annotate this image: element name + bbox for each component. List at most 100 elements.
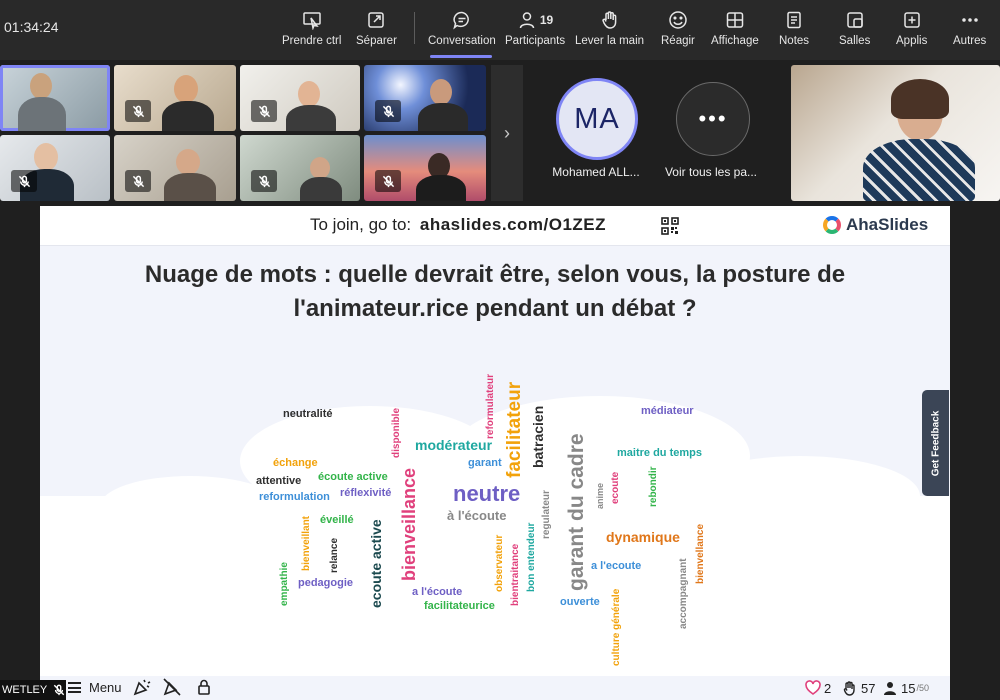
mic-off-icon	[132, 175, 144, 187]
video-tile[interactable]	[240, 135, 360, 201]
menu-button[interactable]: Menu	[68, 680, 122, 695]
participant-avatar[interactable]: MA	[556, 78, 638, 160]
cloud-word: ecoute active	[368, 519, 384, 608]
confetti-button[interactable]	[133, 678, 151, 696]
next-participants-button[interactable]: ›	[491, 65, 523, 201]
cloud-word: rebondir	[648, 466, 659, 507]
cloud-word: reformulation	[259, 491, 330, 503]
reactions-count: 57	[842, 680, 875, 696]
cloud-word: modérateur	[415, 437, 493, 453]
cloud-word: écoute active	[318, 471, 388, 483]
hearts-value: 2	[824, 680, 832, 696]
get-feedback-label: Get Feedback	[930, 410, 941, 476]
mic-off-badge	[375, 100, 401, 122]
participant-silhouette	[30, 73, 52, 99]
mic-off-icon	[258, 105, 270, 117]
more-button[interactable]: Autres	[953, 8, 986, 54]
cloud-word: culture générale	[611, 588, 622, 666]
join-url[interactable]: ahaslides.com/O1ZEZ	[420, 215, 606, 234]
cloud-word: empathie	[279, 562, 290, 606]
cloud-word: reformulateur	[485, 373, 496, 439]
teams-meeting-window: 01:34:24 Prendre ctrl Séparer Conversati…	[0, 0, 1000, 700]
cloud-word: garant du cadre	[565, 433, 588, 591]
hide-results-button[interactable]	[163, 678, 181, 696]
get-feedback-tab[interactable]: Get Feedback	[922, 390, 949, 496]
cloud-word: neutralité	[283, 408, 333, 420]
participant-silhouette	[430, 79, 452, 105]
participants-label: Participants	[505, 35, 566, 47]
video-tile[interactable]	[114, 135, 236, 201]
mic-off-badge	[251, 100, 277, 122]
notes-button[interactable]: Notes	[779, 8, 809, 54]
video-tile[interactable]	[0, 135, 110, 201]
qr-code-icon[interactable]	[661, 217, 679, 235]
cloud-word: disponible	[391, 408, 402, 458]
chat-button[interactable]: Conversation	[428, 8, 496, 54]
view-label: Affichage	[711, 35, 759, 47]
more-icon	[961, 18, 978, 22]
presenter-name-tag: WETLEY	[0, 680, 66, 700]
video-tile[interactable]	[114, 65, 236, 131]
participant-name: Mohamed ALL...	[552, 165, 640, 179]
rooms-icon	[846, 12, 863, 28]
slide-question: Nuage de mots : quelle devrait être, sel…	[144, 261, 846, 322]
pop-out-button[interactable]: Séparer	[356, 8, 397, 54]
clap-hand-icon	[843, 681, 855, 696]
react-button[interactable]: Réagir	[661, 8, 695, 54]
pop-out-icon	[368, 12, 385, 28]
cloud-word: bientraitance	[510, 543, 521, 606]
presenter-name: WETLEY	[2, 684, 48, 696]
lock-icon	[198, 679, 210, 695]
take-control-button[interactable]: Prendre ctrl	[282, 8, 341, 54]
raise-hand-label: Lever la main	[575, 35, 645, 47]
apps-icon	[903, 12, 920, 28]
apps-label: Applis	[896, 35, 928, 47]
react-label: Réagir	[661, 35, 695, 47]
mic-off-badge	[125, 170, 151, 192]
cloud-word: regulateur	[541, 490, 552, 539]
cloud-word: bon entendeur	[526, 522, 537, 592]
cloud-word: garant	[468, 457, 502, 469]
cloud-word: facilitateurice	[424, 600, 495, 612]
participant-silhouette	[310, 157, 330, 179]
cloud-word: batracien	[530, 405, 546, 468]
video-tile[interactable]	[240, 65, 360, 131]
view-button[interactable]: Affichage	[711, 8, 759, 54]
more-dots-icon: •••	[698, 106, 728, 131]
meeting-timer: 01:34:24	[4, 19, 59, 35]
cloud-word: accompagnant	[678, 558, 689, 629]
responses-total: /50	[916, 683, 929, 693]
participants-button[interactable]: 19 Participants	[505, 8, 565, 54]
participant-silhouette	[416, 175, 466, 201]
mic-off-icon	[132, 105, 144, 117]
video-tile[interactable]	[364, 65, 486, 131]
audience-icon	[884, 682, 896, 695]
mic-off-icon	[18, 175, 30, 187]
raise-hand-button[interactable]: Lever la main	[575, 8, 644, 54]
lock-button[interactable]	[195, 678, 213, 696]
presenter-video-tile[interactable]	[791, 65, 1000, 201]
menu-label: Menu	[89, 680, 122, 695]
mic-off-icon	[382, 175, 394, 187]
cloud-word: neutre	[453, 481, 521, 506]
cloud-word: à l'écoute	[447, 508, 507, 523]
participant-hair	[891, 79, 949, 119]
participant-silhouette	[164, 173, 216, 201]
apps-button[interactable]: Applis	[896, 8, 927, 54]
ahaslides-presentation: To join, go to: ahaslides.com/O1ZEZ AhaS…	[40, 206, 950, 700]
active-tab-indicator	[430, 55, 492, 58]
mic-off-icon	[382, 105, 394, 117]
cloud-word: maitre du temps	[617, 447, 702, 459]
cloud-word: facilitateur	[504, 381, 525, 478]
ahaslides-logo-icon	[823, 216, 841, 234]
mic-off-badge	[251, 170, 277, 192]
rooms-button[interactable]: Salles	[839, 8, 870, 54]
video-tile-active-speaker[interactable]	[0, 65, 110, 131]
avatar-initials: MA	[574, 102, 620, 135]
participant-silhouette	[298, 81, 320, 107]
cloud-word: attentive	[256, 475, 302, 487]
view-icon	[726, 12, 744, 28]
video-tile[interactable]	[364, 135, 486, 201]
view-all-participants-button[interactable]: •••	[676, 82, 750, 156]
brand-name: AhaSlides	[846, 215, 929, 234]
